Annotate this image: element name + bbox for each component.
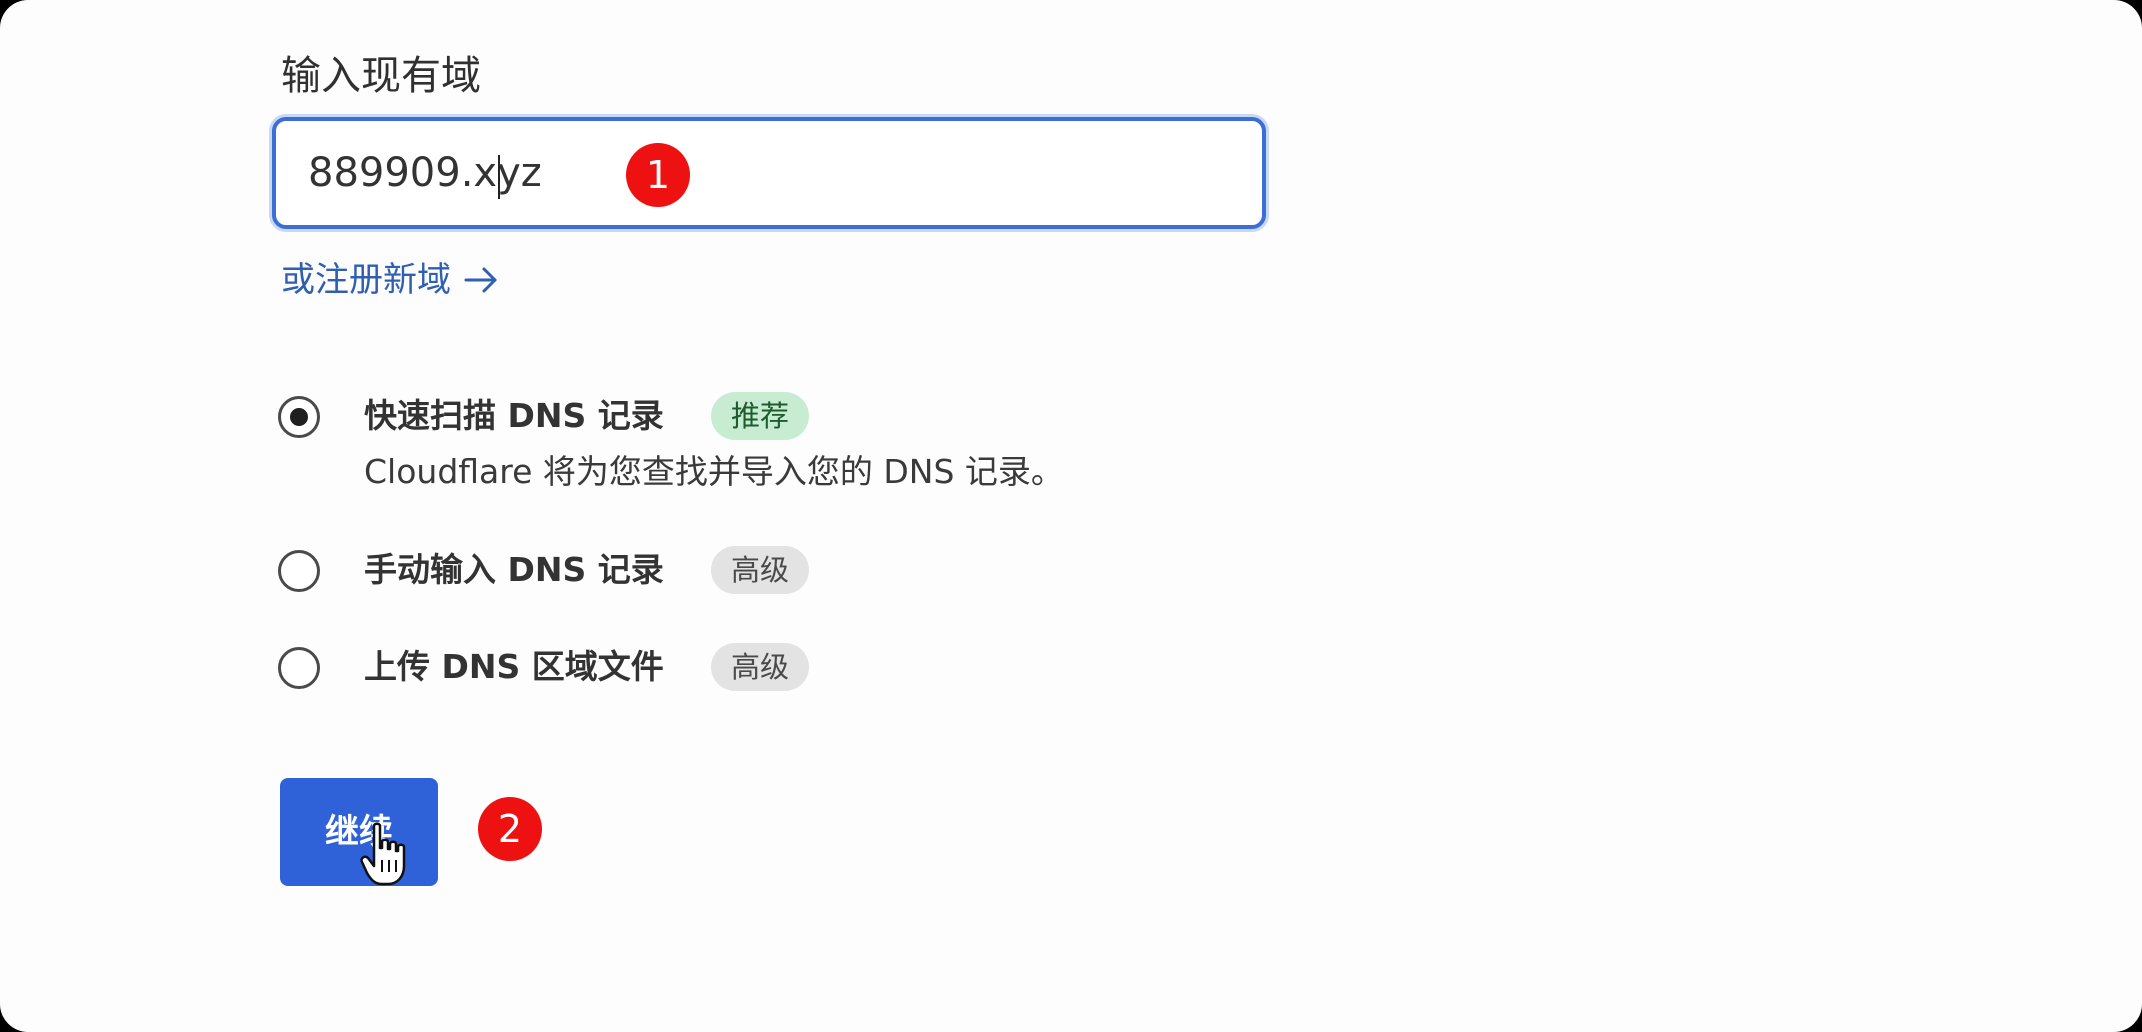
- option-description-quick-scan: Cloudflare 将为您查找并导入您的 DNS 记录。: [364, 452, 1064, 491]
- radio-manual-entry[interactable]: [278, 550, 320, 592]
- arrow-right-icon: [464, 267, 497, 293]
- domain-input-wrapper[interactable]: [272, 117, 1266, 229]
- register-link-label: 或注册新域: [281, 260, 451, 300]
- text-caret: [498, 155, 500, 199]
- step-marker-1: 1: [626, 143, 690, 207]
- option-title-upload-zone-file: 上传 DNS 区域文件: [364, 647, 664, 686]
- radio-quick-scan[interactable]: [278, 396, 320, 438]
- advanced-tag: 高级: [711, 643, 810, 691]
- option-title-manual-entry: 手动输入 DNS 记录: [364, 550, 664, 589]
- radio-upload-zone-file[interactable]: [278, 647, 320, 689]
- register-new-domain-link[interactable]: 或注册新域: [281, 258, 499, 302]
- domain-field-label: 输入现有域: [281, 53, 481, 99]
- app-window: 输入现有域 1 或注册新域 快速扫描 DNS 记录 推荐 Cloudflare …: [0, 0, 2142, 1032]
- option-title-quick-scan: 快速扫描 DNS 记录: [364, 396, 664, 435]
- advanced-tag: 高级: [711, 546, 810, 594]
- hand-pointer-icon: [360, 822, 406, 886]
- domain-input[interactable]: [286, 131, 1246, 215]
- step-marker-2: 2: [478, 797, 542, 861]
- continue-button[interactable]: 继续: [280, 778, 438, 886]
- recommended-tag: 推荐: [711, 392, 810, 440]
